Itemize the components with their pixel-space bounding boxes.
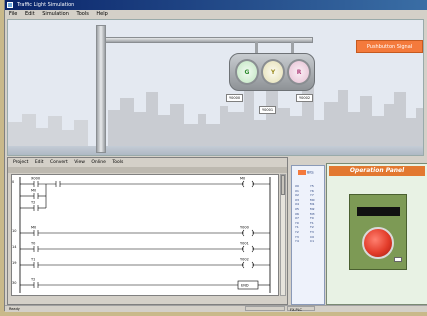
editor-menu-edit[interactable]: Edit: [35, 158, 44, 167]
device-entry: Y2: [295, 229, 299, 234]
contact-label: T0: [30, 242, 35, 246]
end-instruction: END: [241, 284, 249, 288]
status-plc: FX-PLC: [287, 306, 315, 312]
traffic-light-housing: G Y R: [229, 53, 315, 91]
device-column-right: Y5 Y6 Y7 M0 M1 M2 M3 T0 T1 T2 T3 C0 C1: [310, 184, 315, 244]
ladder-rungs: 0 X000 M0 M0 T2 10 M0 Y000 14 T0 Y001 19…: [12, 177, 271, 293]
app-icon: [7, 2, 13, 8]
editor-menu-bar: Project Edit Convert View Online Tools: [8, 158, 287, 167]
device-entry: X0: [295, 184, 299, 188]
contact-label: T2: [30, 278, 35, 282]
contact-label: T1: [30, 258, 35, 262]
editor-menu-view[interactable]: View: [74, 158, 85, 167]
editor-toolbar: [8, 167, 287, 173]
editor-menu-convert[interactable]: Convert: [50, 158, 68, 167]
device-entry: Y5: [310, 184, 314, 188]
scrollbar-thumb[interactable]: [281, 175, 285, 195]
title-bar: Traffic Light Simulation: [5, 0, 427, 10]
device-entry: M2: [310, 206, 315, 211]
signal-arm: [105, 37, 313, 43]
coil-label: Y002: [240, 258, 249, 262]
simulator-window: Traffic Light Simulation File Edit Simul…: [4, 0, 427, 312]
signal-pole: [96, 25, 106, 153]
green-lamp: G: [235, 59, 259, 85]
yellow-lamp-tag: Y0001: [259, 106, 277, 114]
operation-display: [357, 207, 400, 216]
rung-step: 30: [12, 281, 16, 285]
button-tag: [394, 257, 402, 262]
contact-label: M0: [31, 189, 36, 193]
device-header-label: Bits: [307, 170, 314, 175]
menu-edit[interactable]: Edit: [25, 10, 35, 19]
coil-label: M0: [240, 177, 245, 181]
device-header: Bits: [298, 170, 314, 175]
device-entry: T3: [310, 229, 314, 234]
rung-step: 14: [12, 245, 17, 249]
device-entry: Y4: [295, 239, 299, 244]
coil-label: Y001: [240, 242, 249, 246]
rung-step: 19: [12, 261, 16, 265]
yellow-lamp: Y: [261, 59, 285, 85]
red-push-button[interactable]: [362, 227, 394, 259]
device-entry: X5: [295, 206, 299, 211]
operation-panel-title: Operation Panel: [329, 166, 425, 176]
device-monitor: Bits X0 X1 X2 X3 X4 X5 X6 X7 Y0 Y1 Y2 Y3 Y4 Y5 Y6 Y7 M0…: [291, 165, 325, 305]
traffic-scene: G Y R Y0000 Y0002 Y0001 Pushbutton Signa…: [7, 19, 424, 156]
green-lamp-tag: Y0000: [226, 94, 244, 102]
ground: [8, 146, 423, 155]
menu-file[interactable]: File: [9, 10, 17, 19]
ladder-diagram[interactable]: 0 X000 M0 M0 T2 10 M0 Y000 14 T0 Y001 19…: [11, 174, 279, 296]
contact-label: M0: [31, 226, 36, 230]
red-lamp-tag: Y0002: [296, 94, 314, 102]
main-menu-bar: File Edit Simulation Tools Help: [5, 10, 427, 19]
ladder-scrollbar[interactable]: [280, 174, 286, 296]
operation-box: [349, 194, 407, 270]
red-lamp: R: [287, 59, 311, 85]
device-column-left: X0 X1 X2 X3 X4 X5 X6 X7 Y0 Y1 Y2 Y3 Y4: [295, 184, 299, 244]
editor-menu-online[interactable]: Online: [91, 158, 106, 167]
status-field: [245, 306, 285, 311]
device-swatch: [298, 170, 306, 175]
contact-label: X000: [31, 177, 40, 181]
rung-step: 0: [12, 180, 14, 184]
editor-menu-project[interactable]: Project: [13, 158, 28, 167]
coil-label: Y000: [240, 226, 249, 230]
contact-label: T2: [30, 201, 35, 205]
ladder-editor: Project Edit Convert View Online Tools 0…: [7, 157, 288, 312]
device-entry: C1: [310, 239, 315, 244]
status-ready: Ready: [9, 307, 20, 311]
window-title: Traffic Light Simulation: [17, 2, 75, 8]
pushbutton-signal-label[interactable]: Pushbutton Signal: [356, 40, 423, 53]
editor-menu-tools[interactable]: Tools: [112, 158, 123, 167]
menu-tools[interactable]: Tools: [76, 10, 88, 19]
operation-panel: Operation Panel: [326, 163, 427, 305]
menu-help[interactable]: Help: [96, 10, 107, 19]
rung-step: 10: [12, 229, 16, 233]
menu-simulation[interactable]: Simulation: [42, 10, 69, 19]
